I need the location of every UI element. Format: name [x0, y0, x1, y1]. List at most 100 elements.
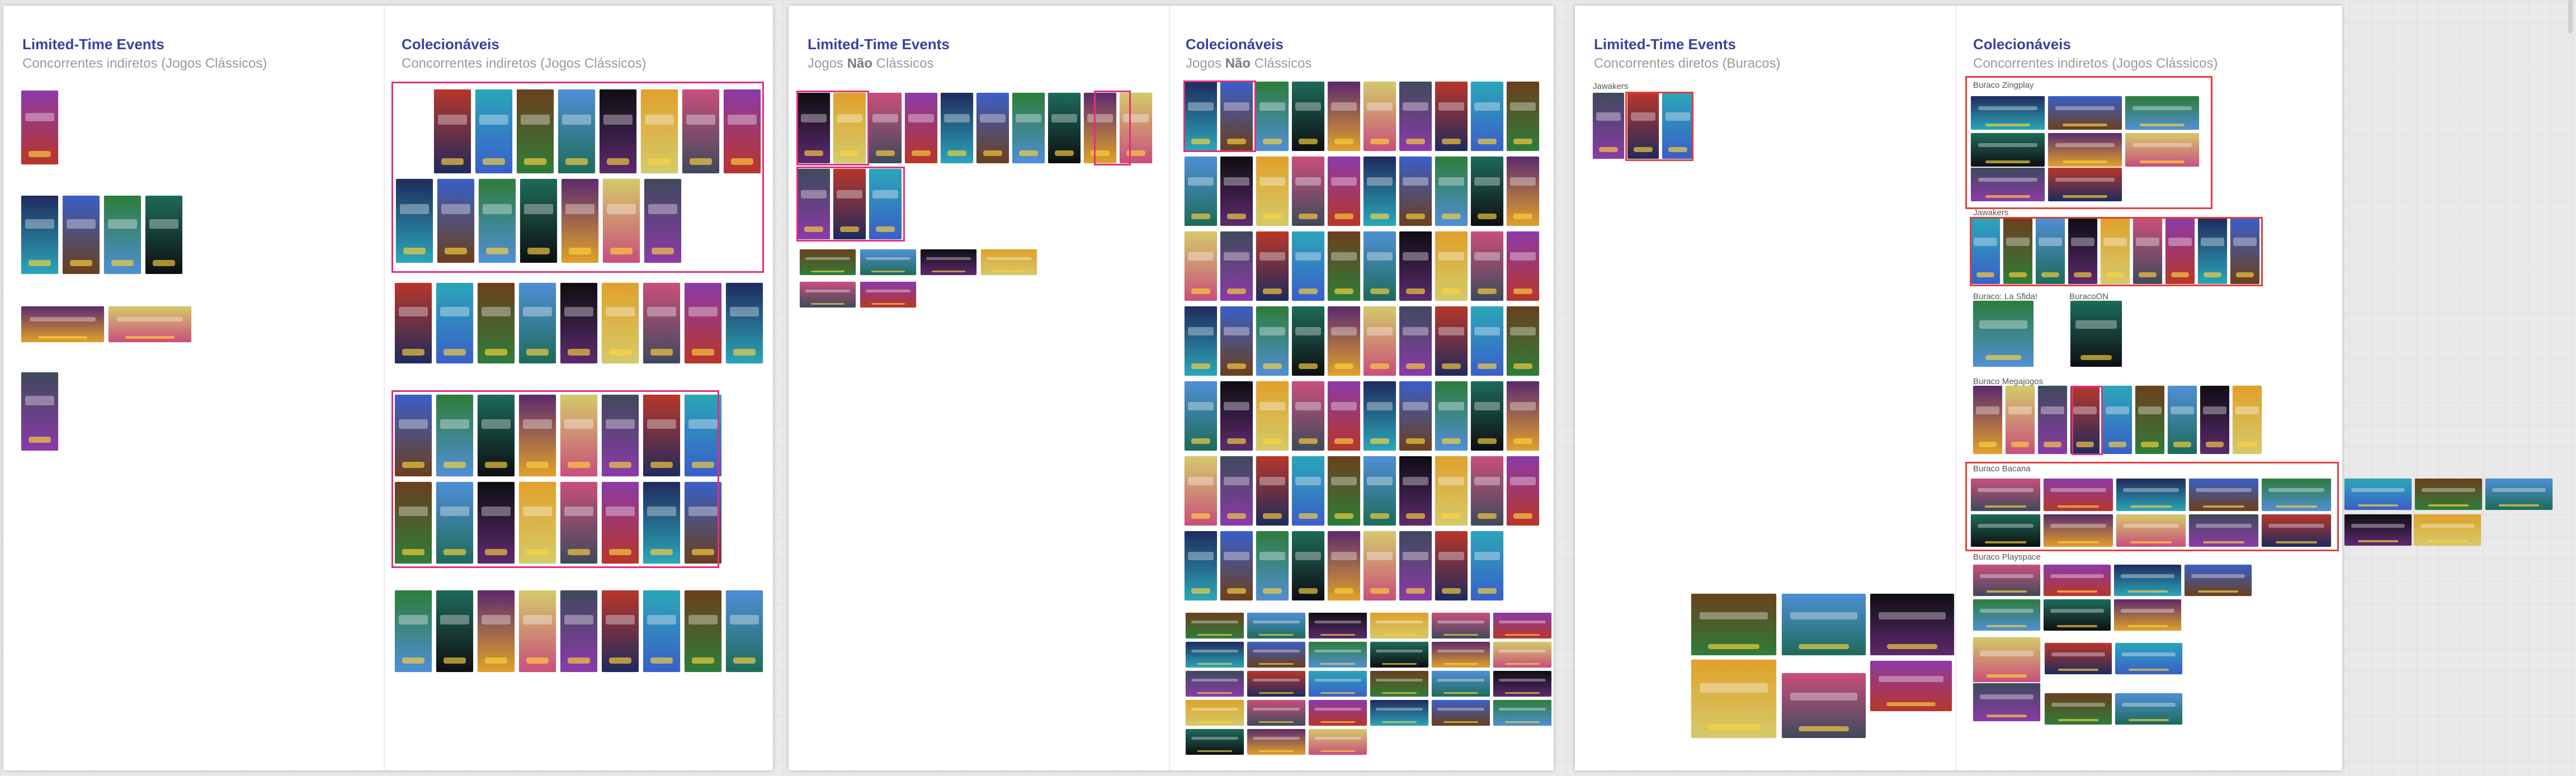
- game-screenshot-thumbnail[interactable]: [1185, 231, 1217, 301]
- game-screenshot-thumbnail[interactable]: [145, 196, 182, 274]
- game-screenshot-thumbnail[interactable]: [833, 93, 866, 163]
- game-screenshot-thumbnail[interactable]: [1432, 613, 1490, 638]
- game-screenshot-thumbnail[interactable]: [519, 283, 556, 363]
- game-screenshot-thumbnail[interactable]: [2114, 599, 2181, 631]
- game-screenshot-thumbnail[interactable]: [2044, 599, 2111, 631]
- game-screenshot-thumbnail[interactable]: [560, 590, 597, 672]
- game-screenshot-thumbnail[interactable]: [1185, 531, 1217, 600]
- game-screenshot-thumbnail[interactable]: [1309, 642, 1367, 668]
- game-screenshot-thumbnail[interactable]: [860, 249, 916, 275]
- game-screenshot-thumbnail[interactable]: [905, 93, 937, 163]
- game-screenshot-thumbnail[interactable]: [1364, 456, 1396, 526]
- game-screenshot-thumbnail[interactable]: [685, 395, 721, 476]
- game-screenshot-thumbnail[interactable]: [1691, 594, 1776, 655]
- game-screenshot-thumbnail[interactable]: [1399, 456, 1432, 526]
- game-screenshot-thumbnail[interactable]: [2262, 479, 2331, 511]
- game-screenshot-thumbnail[interactable]: [1471, 157, 1503, 226]
- game-screenshot-thumbnail[interactable]: [1870, 594, 1954, 655]
- game-screenshot-thumbnail[interactable]: [519, 590, 556, 672]
- game-screenshot-thumbnail[interactable]: [2070, 301, 2122, 367]
- game-screenshot-thumbnail[interactable]: [1247, 642, 1305, 668]
- game-screenshot-thumbnail[interactable]: [1507, 82, 1539, 151]
- game-screenshot-thumbnail[interactable]: [1292, 306, 1324, 376]
- game-screenshot-thumbnail[interactable]: [1247, 613, 1305, 638]
- game-screenshot-thumbnail[interactable]: [1256, 381, 1289, 451]
- game-screenshot-thumbnail[interactable]: [1186, 700, 1244, 726]
- game-screenshot-thumbnail[interactable]: [1364, 157, 1396, 226]
- game-screenshot-thumbnail[interactable]: [600, 89, 636, 173]
- game-screenshot-thumbnail[interactable]: [1691, 660, 1776, 738]
- game-screenshot-thumbnail[interactable]: [1370, 700, 1428, 726]
- game-screenshot-thumbnail[interactable]: [437, 179, 474, 263]
- game-screenshot-thumbnail[interactable]: [1435, 231, 1468, 301]
- game-screenshot-thumbnail[interactable]: [478, 482, 515, 564]
- game-screenshot-thumbnail[interactable]: [2262, 514, 2331, 547]
- game-screenshot-thumbnail[interactable]: [976, 93, 1009, 163]
- game-screenshot-thumbnail[interactable]: [1627, 93, 1659, 159]
- game-screenshot-thumbnail[interactable]: [560, 283, 597, 363]
- game-screenshot-thumbnail[interactable]: [2101, 218, 2130, 284]
- game-screenshot-thumbnail[interactable]: [1471, 82, 1503, 151]
- game-screenshot-thumbnail[interactable]: [1247, 729, 1305, 755]
- game-screenshot-thumbnail[interactable]: [1399, 531, 1432, 600]
- game-screenshot-thumbnail[interactable]: [434, 89, 471, 173]
- game-screenshot-thumbnail[interactable]: [2344, 479, 2412, 510]
- game-screenshot-thumbnail[interactable]: [1493, 642, 1551, 668]
- game-screenshot-thumbnail[interactable]: [1256, 456, 1289, 526]
- game-screenshot-thumbnail[interactable]: [1471, 456, 1503, 526]
- game-screenshot-thumbnail[interactable]: [1364, 531, 1396, 600]
- game-screenshot-thumbnail[interactable]: [1364, 82, 1396, 151]
- game-screenshot-thumbnail[interactable]: [833, 169, 866, 239]
- game-screenshot-thumbnail[interactable]: [1432, 671, 1490, 697]
- game-screenshot-thumbnail[interactable]: [1399, 381, 1432, 451]
- game-screenshot-thumbnail[interactable]: [1471, 531, 1503, 600]
- game-screenshot-thumbnail[interactable]: [869, 169, 902, 239]
- vertical-scrollbar[interactable]: [2568, 0, 2573, 34]
- game-screenshot-thumbnail[interactable]: [2230, 218, 2259, 284]
- game-screenshot-thumbnail[interactable]: [2114, 565, 2181, 596]
- game-screenshot-thumbnail[interactable]: [2070, 386, 2100, 454]
- game-screenshot-thumbnail[interactable]: [1292, 231, 1324, 301]
- game-screenshot-thumbnail[interactable]: [1220, 456, 1253, 526]
- game-screenshot-thumbnail[interactable]: [1292, 381, 1324, 451]
- game-screenshot-thumbnail[interactable]: [1247, 671, 1305, 697]
- game-screenshot-thumbnail[interactable]: [2036, 218, 2065, 284]
- game-screenshot-thumbnail[interactable]: [104, 196, 141, 274]
- game-screenshot-thumbnail[interactable]: [2344, 514, 2412, 546]
- game-screenshot-thumbnail[interactable]: [1185, 157, 1217, 226]
- game-screenshot-thumbnail[interactable]: [800, 249, 856, 275]
- game-screenshot-thumbnail[interactable]: [1292, 456, 1324, 526]
- game-screenshot-thumbnail[interactable]: [1185, 306, 1217, 376]
- game-screenshot-thumbnail[interactable]: [478, 590, 515, 672]
- game-screenshot-thumbnail[interactable]: [644, 179, 681, 263]
- game-screenshot-thumbnail[interactable]: [1973, 637, 2040, 682]
- game-screenshot-thumbnail[interactable]: [2168, 386, 2197, 454]
- game-screenshot-thumbnail[interactable]: [395, 482, 432, 564]
- game-screenshot-thumbnail[interactable]: [2068, 218, 2097, 284]
- game-screenshot-thumbnail[interactable]: [921, 249, 976, 275]
- game-screenshot-thumbnail[interactable]: [602, 283, 639, 363]
- game-screenshot-thumbnail[interactable]: [1973, 565, 2040, 596]
- game-screenshot-thumbnail[interactable]: [1247, 700, 1305, 726]
- game-screenshot-thumbnail[interactable]: [643, 590, 680, 672]
- game-screenshot-thumbnail[interactable]: [396, 179, 433, 263]
- game-screenshot-thumbnail[interactable]: [2116, 514, 2186, 547]
- game-screenshot-thumbnail[interactable]: [1507, 157, 1539, 226]
- game-screenshot-thumbnail[interactable]: [869, 93, 902, 163]
- game-screenshot-thumbnail[interactable]: [1432, 642, 1490, 668]
- game-screenshot-thumbnail[interactable]: [1328, 381, 1360, 451]
- game-screenshot-thumbnail[interactable]: [1220, 231, 1253, 301]
- game-screenshot-thumbnail[interactable]: [436, 395, 473, 476]
- game-screenshot-thumbnail[interactable]: [478, 283, 515, 363]
- game-screenshot-thumbnail[interactable]: [2135, 386, 2164, 454]
- game-screenshot-thumbnail[interactable]: [860, 282, 916, 307]
- game-screenshot-thumbnail[interactable]: [1328, 231, 1360, 301]
- game-screenshot-thumbnail[interactable]: [1435, 157, 1468, 226]
- game-screenshot-thumbnail[interactable]: [1971, 514, 2040, 547]
- game-screenshot-thumbnail[interactable]: [1309, 729, 1367, 755]
- game-screenshot-thumbnail[interactable]: [1256, 82, 1289, 151]
- game-screenshot-thumbnail[interactable]: [436, 590, 473, 672]
- game-screenshot-thumbnail[interactable]: [2103, 386, 2132, 454]
- game-screenshot-thumbnail[interactable]: [1328, 82, 1360, 151]
- game-screenshot-thumbnail[interactable]: [395, 395, 432, 476]
